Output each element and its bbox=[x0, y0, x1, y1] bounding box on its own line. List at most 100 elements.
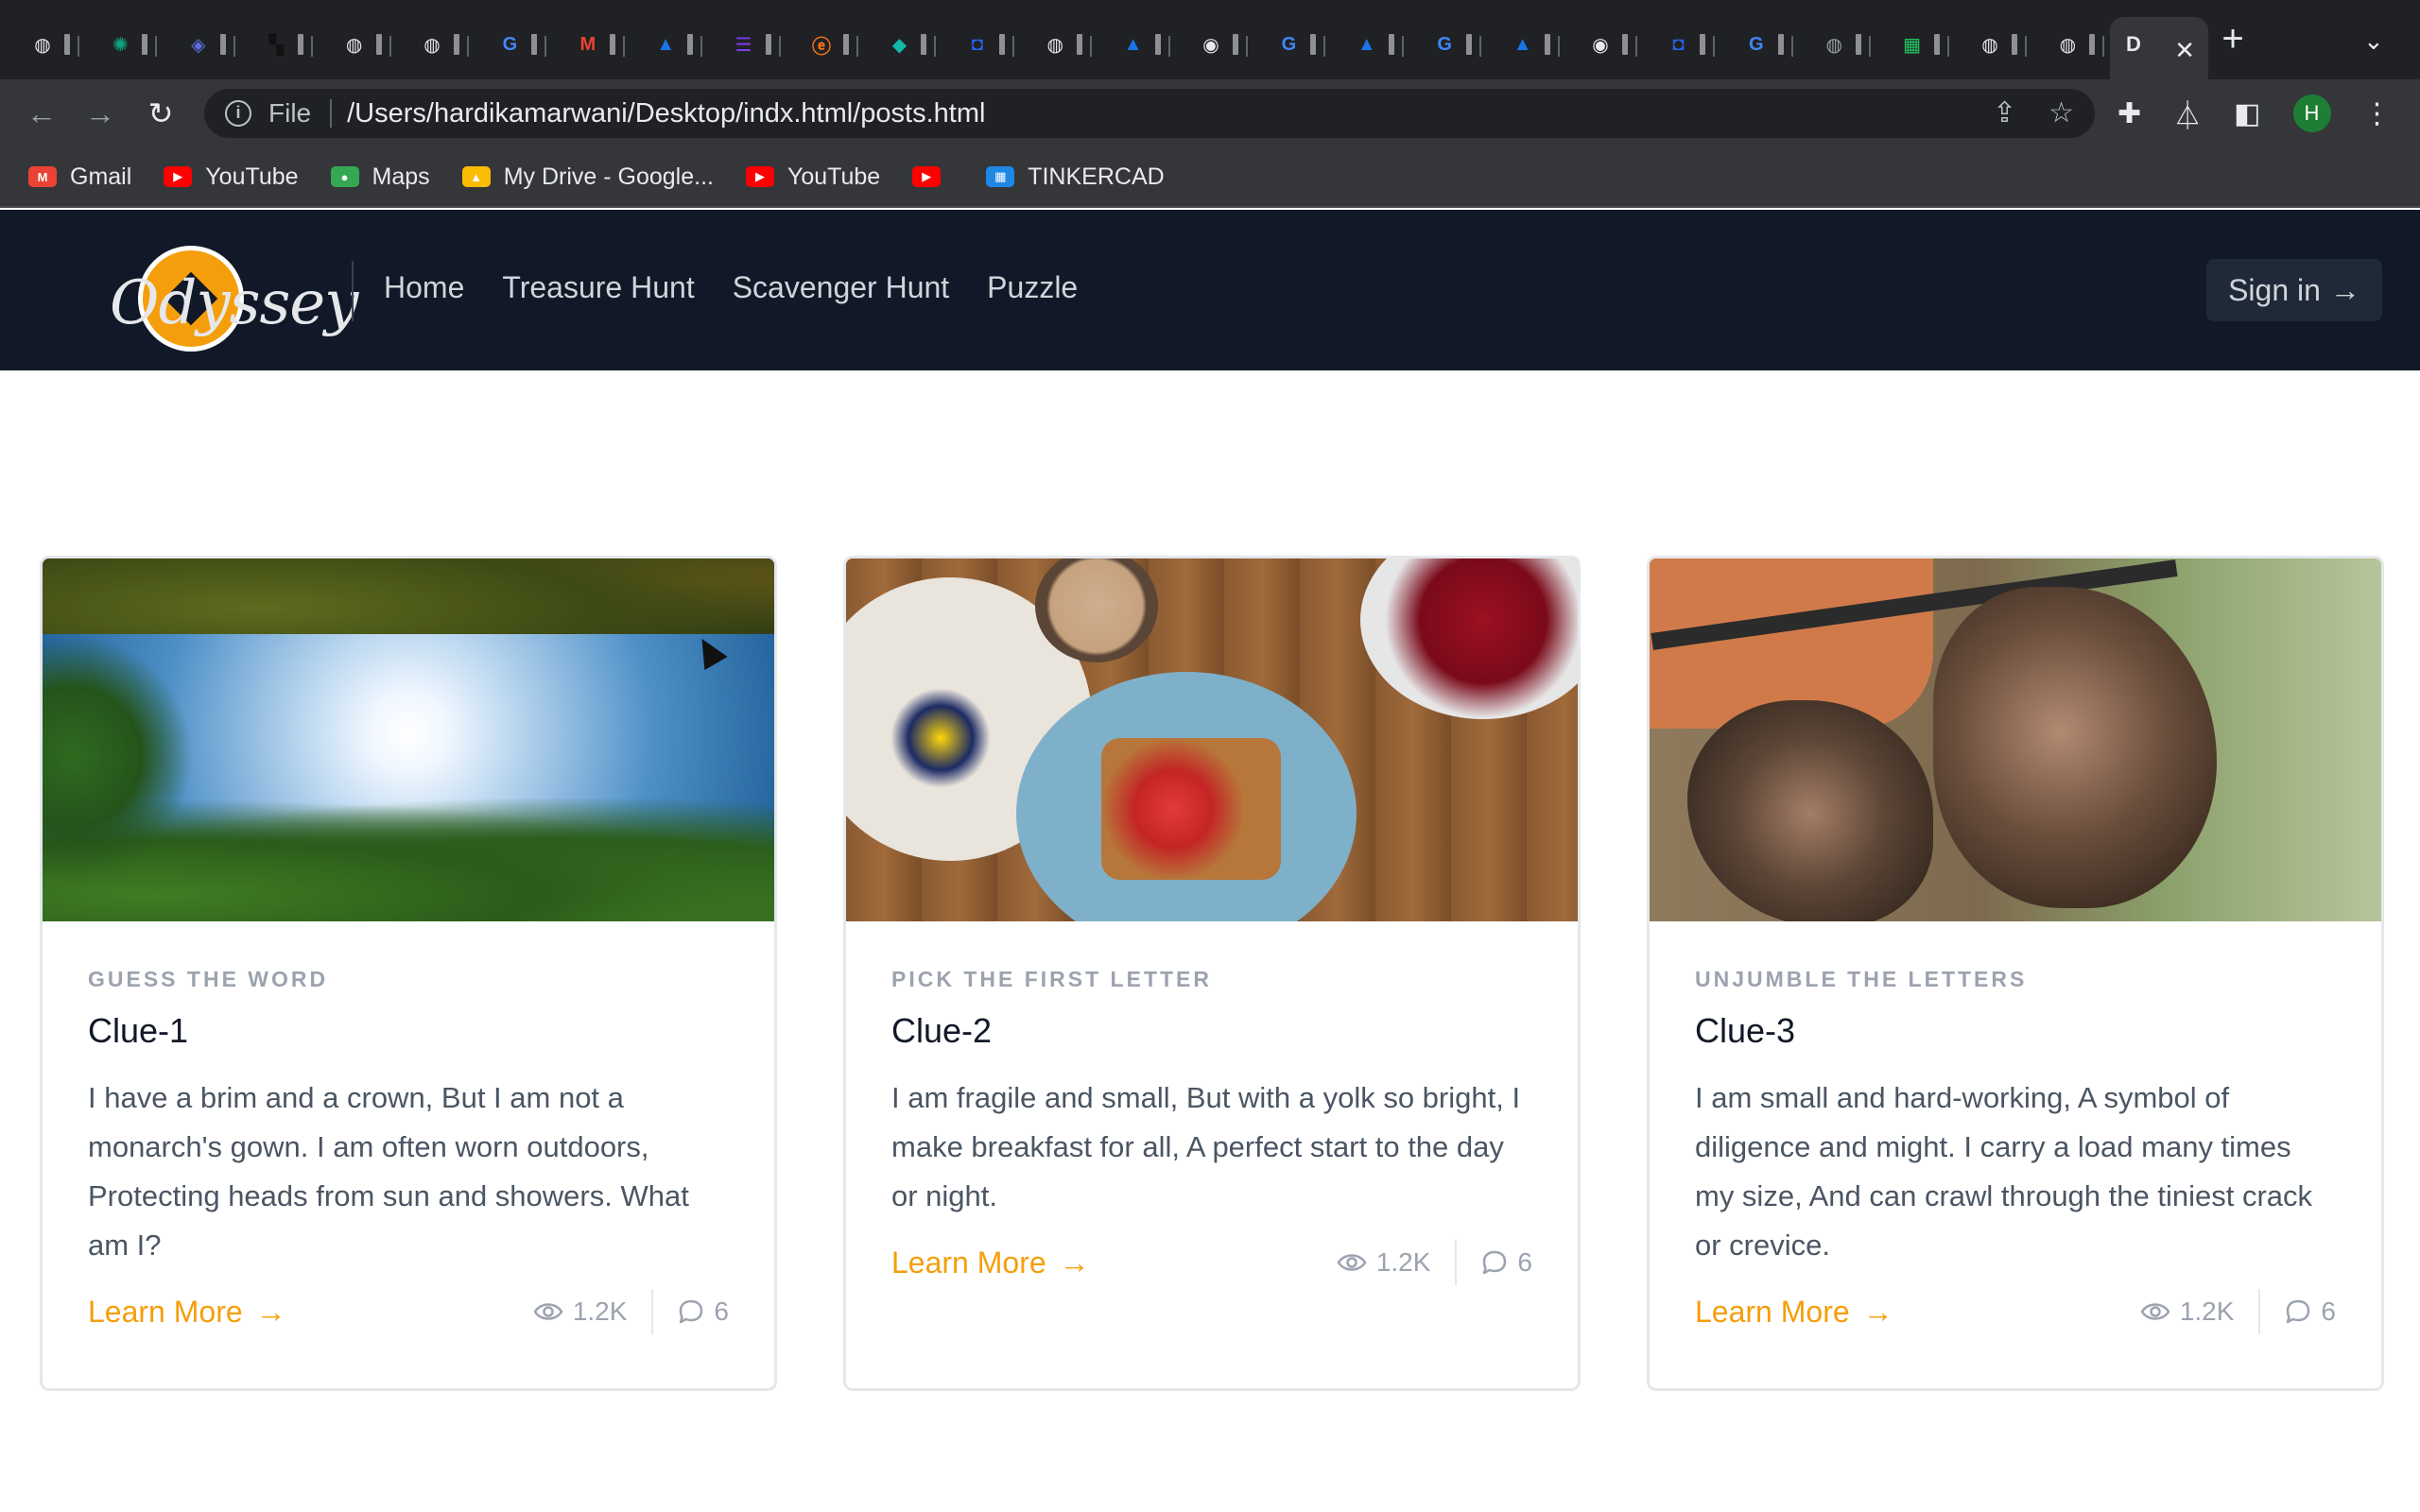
card-text: I have a brim and a crown, But I am not … bbox=[88, 1081, 689, 1262]
tab-title-fragment bbox=[142, 34, 148, 55]
browser-tab[interactable]: ▲ bbox=[1495, 17, 1560, 79]
nav-link-puzzle[interactable]: Puzzle bbox=[987, 270, 1078, 305]
browser-tab[interactable]: ◍ bbox=[1028, 17, 1093, 79]
site-info-icon[interactable]: i bbox=[225, 100, 251, 127]
learn-more-link[interactable]: Learn More → bbox=[1695, 1295, 1893, 1330]
clue-card: GUESS THE WORD Clue-1 I have a brim and a … bbox=[40, 556, 777, 1391]
tab-title-fragment bbox=[375, 34, 382, 55]
extensions-icon[interactable]: ✚ bbox=[2118, 97, 2141, 130]
clue-cards: GUESS THE WORD Clue-1 I have a brim and a … bbox=[40, 556, 2384, 1391]
browser-tab[interactable]: ◍ bbox=[15, 17, 79, 79]
browser-menu-icon[interactable]: ⋮ bbox=[2363, 97, 2392, 130]
card-body: GUESS THE WORD Clue-1 I have a brim and a … bbox=[43, 921, 774, 1334]
bookmark-item[interactable]: ▦ TINKERCAD bbox=[986, 163, 1165, 191]
browser-tab[interactable]: ◍ bbox=[327, 17, 391, 79]
tab-active[interactable]: D ✕ bbox=[2110, 17, 2208, 79]
tab-title-fragment bbox=[998, 34, 1005, 55]
bookmark-item[interactable]: ▲ My Drive - Google... bbox=[461, 163, 714, 191]
browser-tab[interactable]: ◍ bbox=[1962, 17, 2027, 79]
browser-tab[interactable]: ◘ bbox=[950, 17, 1014, 79]
google-icon: G bbox=[1281, 33, 1297, 55]
tab-title-fragment bbox=[454, 34, 459, 55]
tab-separator bbox=[1167, 36, 1170, 57]
chrome-icon: ◉ bbox=[1592, 34, 1609, 56]
bookmark-star-icon[interactable]: ☆ bbox=[2048, 96, 2074, 129]
views-count: 1.2K bbox=[572, 1297, 628, 1326]
address-bar[interactable]: i File /Users/hardikamarwani/Desktop/ind… bbox=[204, 89, 2095, 138]
comments-stat: 6 bbox=[2285, 1297, 2336, 1327]
card-footer: Learn More → 1.2K 6 bbox=[891, 1240, 1532, 1285]
tab-separator bbox=[1790, 36, 1793, 57]
back-button[interactable]: ← bbox=[21, 93, 62, 134]
comment-icon bbox=[2287, 1299, 2310, 1324]
diamond-icon: ◆ bbox=[891, 34, 908, 56]
tab-title-fragment bbox=[609, 34, 615, 55]
tab-close-icon[interactable]: ✕ bbox=[2174, 38, 2195, 62]
globe-icon: ◍ bbox=[424, 34, 441, 56]
bucket-icon: ◘ bbox=[1672, 33, 1685, 55]
bookmark-item[interactable]: ● Maps bbox=[330, 163, 430, 191]
browser-tab[interactable]: ◉ bbox=[1573, 17, 1637, 79]
header-divider bbox=[352, 261, 354, 321]
tab-title-fragment bbox=[531, 34, 538, 55]
google-icon: G bbox=[1749, 33, 1764, 55]
forward-button[interactable]: → bbox=[79, 93, 121, 134]
labs-flask-icon[interactable]: ⏃ bbox=[2173, 93, 2202, 134]
card-footer: Learn More → 1.2K 6 bbox=[88, 1289, 729, 1334]
learn-more-link[interactable]: Learn More → bbox=[88, 1295, 286, 1330]
browser-tab[interactable]: G bbox=[1417, 17, 1482, 79]
browser-tab[interactable]: ⓔ bbox=[794, 17, 858, 79]
card-title[interactable]: Clue-3 bbox=[1695, 1011, 2336, 1051]
browser-tab[interactable]: ▦ bbox=[1885, 17, 1949, 79]
odyssey-logo[interactable]: Odyssey bbox=[110, 240, 358, 353]
arrow-right-icon: → bbox=[1862, 1294, 1893, 1329]
bookmark-item[interactable]: ▶ bbox=[912, 166, 954, 187]
browser-tab[interactable]: G bbox=[482, 17, 547, 79]
tab-title-fragment bbox=[1700, 34, 1706, 55]
views-stat: 1.2K bbox=[2140, 1297, 2234, 1327]
sign-in-button[interactable]: Sign in → bbox=[2206, 259, 2382, 321]
share-icon[interactable]: ⇪ bbox=[1993, 96, 2016, 129]
tab-title-fragment bbox=[1077, 34, 1083, 55]
browser-tab[interactable]: G bbox=[1261, 17, 1326, 79]
arrow-right-icon: → bbox=[1059, 1245, 1090, 1280]
learn-more-link[interactable]: Learn More → bbox=[891, 1246, 1090, 1280]
browser-tab[interactable]: ◆ bbox=[872, 17, 937, 79]
card-title[interactable]: Clue-1 bbox=[88, 1011, 729, 1051]
tab-title-fragment bbox=[1466, 34, 1473, 55]
bookmark-item[interactable]: ▶ YouTube bbox=[164, 163, 299, 191]
nav-link-treasure-hunt[interactable]: Treasure Hunt bbox=[502, 270, 694, 305]
card-stats: 1.2K 6 bbox=[533, 1289, 729, 1334]
browser-tab[interactable]: ◉ bbox=[1184, 17, 1248, 79]
tab-separator bbox=[1011, 36, 1014, 57]
bookmark-item[interactable]: M Gmail bbox=[28, 163, 131, 191]
side-panel-icon[interactable]: ◧ bbox=[2234, 97, 2260, 130]
profile-avatar[interactable]: H bbox=[2292, 94, 2331, 132]
tab-title-fragment bbox=[1388, 34, 1394, 55]
address-url[interactable]: /Users/hardikamarwani/Desktop/indx.html/… bbox=[347, 98, 985, 129]
new-tab-button[interactable]: + bbox=[2214, 20, 2252, 59]
browser-tab[interactable]: ◍ bbox=[2040, 17, 2105, 79]
browser-tab[interactable]: G bbox=[1729, 17, 1793, 79]
browser-tab[interactable]: ◘ bbox=[1651, 17, 1716, 79]
tab-search-chevron-icon[interactable]: ⌄ bbox=[2363, 26, 2384, 56]
bookmark-label: Gmail bbox=[70, 163, 132, 190]
browser-tab[interactable]: M bbox=[561, 17, 625, 79]
nav-link-scavenger-hunt[interactable]: Scavenger Hunt bbox=[733, 270, 949, 305]
browser-tab[interactable]: ◈ bbox=[171, 17, 235, 79]
browser-tab[interactable]: ▲ bbox=[638, 17, 703, 79]
browser-tab[interactable]: ▲ bbox=[1106, 17, 1170, 79]
browser-tab[interactable]: ▲ bbox=[1340, 17, 1404, 79]
nav-link-home[interactable]: Home bbox=[384, 270, 464, 305]
browser-tab[interactable]: ✺ bbox=[93, 17, 158, 79]
card-stats: 1.2K 6 bbox=[1337, 1240, 1532, 1285]
browser-tab[interactable]: ▚ bbox=[249, 17, 314, 79]
reload-button[interactable]: ↻ bbox=[140, 93, 182, 134]
browser-tab[interactable]: ◍ bbox=[405, 17, 469, 79]
globe-icon: ◍ bbox=[1046, 34, 1063, 56]
browser-tab[interactable]: ◍ bbox=[1806, 17, 1872, 79]
card-title[interactable]: Clue-2 bbox=[891, 1011, 1532, 1051]
bookmark-item[interactable]: ▶ YouTube bbox=[745, 163, 880, 191]
clue-card: PICK THE FIRST LETTER Clue-2 I am fragile … bbox=[843, 556, 1581, 1391]
browser-tab[interactable]: ☰ bbox=[717, 17, 781, 79]
